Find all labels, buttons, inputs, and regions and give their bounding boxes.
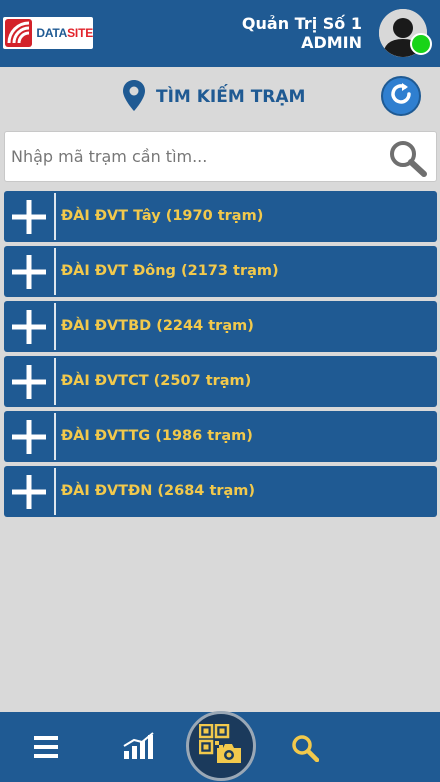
item-divider xyxy=(54,248,56,295)
plus-icon[interactable] xyxy=(4,466,54,517)
station-group-item[interactable]: ĐÀI ĐVT Tây (1970 trạm) xyxy=(4,191,437,242)
station-group-item[interactable]: ĐÀI ĐVTĐN (2684 trạm) xyxy=(4,466,437,517)
datasite-logo: DATASITE xyxy=(3,17,93,49)
search-icon[interactable] xyxy=(388,139,428,181)
station-group-label: ĐÀI ĐVT Đông (2173 trạm) xyxy=(61,263,279,279)
plus-icon[interactable] xyxy=(4,356,54,407)
logo-text: DATASITE xyxy=(36,26,93,40)
plus-icon[interactable] xyxy=(4,191,54,242)
search-bar xyxy=(4,131,437,182)
qr-scan-button[interactable] xyxy=(186,711,256,781)
item-divider xyxy=(54,303,56,350)
user-role: ADMIN xyxy=(301,33,362,52)
menu-icon[interactable] xyxy=(34,735,58,763)
station-group-item[interactable]: ĐÀI ĐVTBD (2244 trạm) xyxy=(4,301,437,352)
logo-text-site: SITE xyxy=(67,26,93,40)
title-row: TÌM KIẾM TRẠM xyxy=(0,67,440,129)
station-group-label: ĐÀI ĐVTĐN (2684 trạm) xyxy=(61,483,256,499)
refresh-button[interactable] xyxy=(381,76,421,116)
user-info: Quản Trị Số 1 ADMIN xyxy=(242,14,362,52)
location-pin-icon xyxy=(122,79,146,117)
plus-icon[interactable] xyxy=(4,246,54,297)
page-title: TÌM KIẾM TRẠM xyxy=(156,87,306,107)
qr-camera-icon xyxy=(198,723,243,768)
logo-text-data: DATA xyxy=(36,26,68,40)
station-group-label: ĐÀI ĐVTTG (1986 trạm) xyxy=(61,428,253,444)
search-icon[interactable] xyxy=(291,734,320,766)
station-group-list: ĐÀI ĐVT Tây (1970 trạm) ĐÀI ĐVT Đông (21… xyxy=(4,191,437,521)
online-status-icon xyxy=(410,33,432,55)
datasite-logo-icon xyxy=(5,19,33,47)
station-group-item[interactable]: ĐÀI ĐVTCT (2507 trạm) xyxy=(4,356,437,407)
item-divider xyxy=(54,193,56,240)
refresh-icon xyxy=(388,81,414,111)
plus-icon[interactable] xyxy=(4,411,54,462)
item-divider xyxy=(54,358,56,405)
plus-icon[interactable] xyxy=(4,301,54,352)
item-divider xyxy=(54,413,56,460)
user-name: Quản Trị Số 1 xyxy=(241,14,362,33)
search-input[interactable] xyxy=(11,132,381,181)
app-header: DATASITE Quản Trị Số 1 ADMIN xyxy=(0,0,440,67)
station-group-item[interactable]: ĐÀI ĐVT Đông (2173 trạm) xyxy=(4,246,437,297)
station-group-label: ĐÀI ĐVT Tây (1970 trạm) xyxy=(61,208,264,224)
station-group-label: ĐÀI ĐVTCT (2507 trạm) xyxy=(61,373,252,389)
bar-chart-icon[interactable] xyxy=(123,732,155,764)
station-group-item[interactable]: ĐÀI ĐVTTG (1986 trạm) xyxy=(4,411,437,462)
item-divider xyxy=(54,468,56,515)
station-group-label: ĐÀI ĐVTBD (2244 trạm) xyxy=(61,318,254,334)
